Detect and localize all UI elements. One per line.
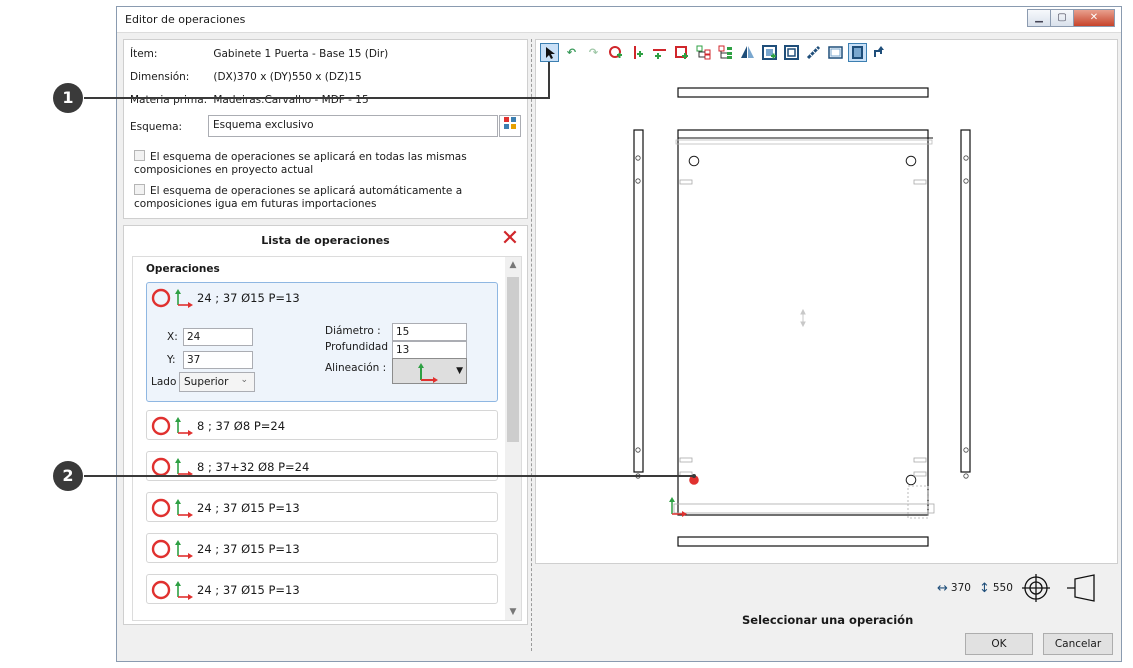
diameter-input[interactable]: 15 [392,323,467,341]
list-item[interactable]: 24 ; 37 Ø15 P=13 [146,492,498,522]
minimize-button[interactable]: ▁ [1027,9,1051,27]
apply-current-project-checkbox[interactable]: El esquema de operaciones se aplicará en… [134,150,524,177]
axis-alignment-icon [418,363,438,383]
perspective-view-icon[interactable] [1065,573,1097,603]
left-edge-view [633,129,644,473]
schema-edit-button[interactable] [499,115,521,137]
side-select[interactable]: Superior ⌄ [179,372,255,392]
check2-text: El esquema de operaciones se aplicará au… [134,185,463,210]
delete-operation-button[interactable]: ✕ [499,226,521,251]
dowel-slots [679,179,927,477]
x-input[interactable]: 24 [183,328,253,346]
operation-label: 24 ; 37 Ø15 P=13 [197,501,300,515]
hole-circle-icon [151,498,193,518]
close-window-button[interactable]: ✕ [1073,9,1115,27]
depth-input[interactable]: 13 [392,341,467,359]
callout-1: 1 [53,83,83,113]
hole-circle-icon [151,416,193,436]
window-title: Editor de operaciones [125,13,246,26]
selected-hole[interactable] [689,475,699,485]
y-label: Y: [167,354,176,366]
material-label: Materia prima: [130,94,208,106]
x-label: X: [167,331,178,343]
operations-editor-window: Editor de operaciones ▁ ▢ ✕ Ítem: Gabine… [116,6,1122,662]
hole-circle-icon [151,539,193,559]
list-item[interactable]: 24 ; 37 Ø15 P=13 [146,533,498,563]
hole-circle-icon [151,580,193,600]
operations-panel-title: Lista de operaciones [261,234,390,247]
left-pane: Ítem: Gabinete 1 Puerta - Base 15 (Dir) … [123,39,528,651]
bottom-edge-view [677,536,929,547]
schema-select[interactable]: Esquema exclusivo [208,115,498,137]
alignment-label: Alineación : [325,362,387,374]
close-x-icon: ✕ [500,226,520,251]
apply-future-imports-checkbox[interactable]: El esquema de operaciones se aplicará au… [134,184,524,211]
list-item[interactable]: 24 ; 37 Ø15 P=13 X: 24 Y: 37 Lado : Supe… [146,282,498,402]
dropdown-arrow-icon: ▼ [456,366,463,376]
operations-list[interactable]: Operaciones 24 ; 37 Ø15 P=13 X: 24 Y: 37… [132,256,522,621]
maximize-button[interactable]: ▢ [1050,9,1074,27]
list-item[interactable]: 8 ; 37+32 Ø8 P=24 [146,451,498,481]
window-controls: ▁ ▢ ✕ [1027,9,1115,27]
horizontal-dim-icon: ↔ [937,580,948,596]
bottom-strip [673,503,935,514]
checkbox-box [134,150,145,161]
item-label: Ítem: [130,48,158,60]
list-item[interactable]: 8 ; 37 Ø8 P=24 [146,410,498,440]
operation-label: 24 ; 37 Ø15 P=13 [197,291,300,305]
material-row: Materia prima: Madeiras.Carvalho - MDF -… [130,94,369,106]
diameter-label: Diámetro : [325,325,381,337]
scroll-up-icon[interactable]: ▲ [505,257,521,273]
chevron-down-icon: ⌄ [240,375,248,385]
piece-info-box: Ítem: Gabinete 1 Puerta - Base 15 (Dir) … [123,39,528,219]
ok-button[interactable]: OK [965,633,1033,655]
title-bar: Editor de operaciones ▁ ▢ ✕ [117,7,1121,33]
drawing-canvas[interactable]: ↶ ↷ [535,39,1118,564]
hole-circle-icon [151,457,193,477]
operations-scrollbar[interactable]: ▲ ▼ [505,257,521,620]
scroll-down-icon[interactable]: ▼ [505,604,521,620]
dim-x-value: 370 [950,582,971,594]
schema-label: Esquema: [130,121,183,133]
right-edge-view [960,129,971,473]
dimension-row: Dimensión: (DX)370 x (DY)550 x (DZ)15 [130,71,362,83]
status-message: Seleccionar una operación [742,613,914,627]
y-input[interactable]: 37 [183,351,253,369]
item-row: Ítem: Gabinete 1 Puerta - Base 15 (Dir) [130,48,388,60]
checkbox-box [134,184,145,195]
operations-panel: Lista de operaciones ✕ Operaciones 24 ; … [123,225,528,625]
operation-label: 24 ; 37 Ø15 P=13 [197,583,300,597]
grain-direction-icon [800,308,806,328]
dimension-value: (DX)370 x (DY)550 x (DZ)15 [213,71,362,83]
scroll-thumb[interactable] [507,277,519,442]
item-value: Gabinete 1 Puerta - Base 15 (Dir) [213,48,389,60]
operation-label: 24 ; 37 Ø15 P=13 [197,542,300,556]
operation-label: 8 ; 37+32 Ø8 P=24 [197,460,310,474]
edge-holes [635,155,969,479]
hole-circle-icon [151,288,193,308]
pane-splitter[interactable] [531,39,532,651]
dim-y-value: 550 [992,582,1013,594]
schema-grid-icon [504,117,516,129]
material-value: Madeiras.Carvalho - MDF - 15 [213,94,369,106]
dimension-label: Dimensión: [130,71,190,83]
piece-drawing[interactable] [536,40,1119,565]
target-icon[interactable] [1021,573,1051,603]
top-edge-view [677,87,929,98]
operations-heading: Operaciones [146,263,220,275]
check1-text: El esquema de operaciones se aplicará en… [134,151,467,176]
callout-2: 2 [53,461,83,491]
vertical-dim-icon: ↕ [978,580,990,596]
alignment-select[interactable]: ▼ [392,358,467,384]
operation-label: 8 ; 37 Ø8 P=24 [197,419,286,433]
dimension-readout: ↔ 370 ↕ 550 [937,573,1097,603]
cancel-button[interactable]: Cancelar [1043,633,1113,655]
side-value: Superior [184,376,229,388]
depth-label: Profundidad : [325,341,395,353]
list-item[interactable]: 24 ; 37 Ø15 P=13 [146,574,498,604]
top-groove [675,139,933,145]
